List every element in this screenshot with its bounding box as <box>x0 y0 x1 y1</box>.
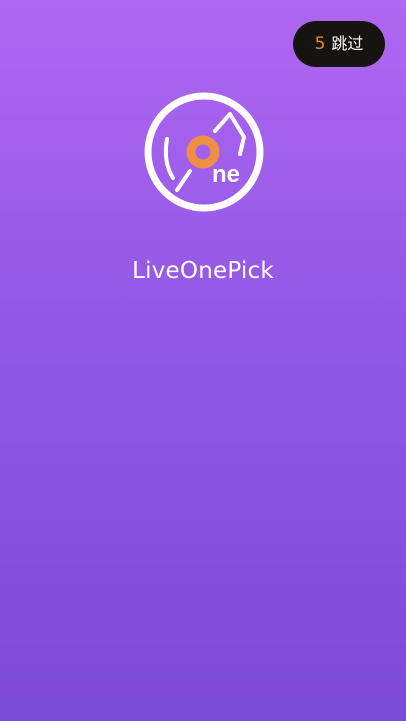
skip-countdown: 5 <box>314 33 326 54</box>
logo-right-stroke <box>213 112 246 156</box>
skip-button[interactable]: 5 跳过 <box>293 21 385 67</box>
liveonepick-logo-icon: ne <box>144 92 264 212</box>
app-name: LiveOnePick <box>132 258 274 284</box>
skip-label: 跳过 <box>331 34 364 53</box>
logo-left-stroke <box>175 169 192 192</box>
logo-text: ne <box>212 161 240 188</box>
logo-left-arc <box>163 137 175 180</box>
app-logo: ne <box>144 92 264 212</box>
